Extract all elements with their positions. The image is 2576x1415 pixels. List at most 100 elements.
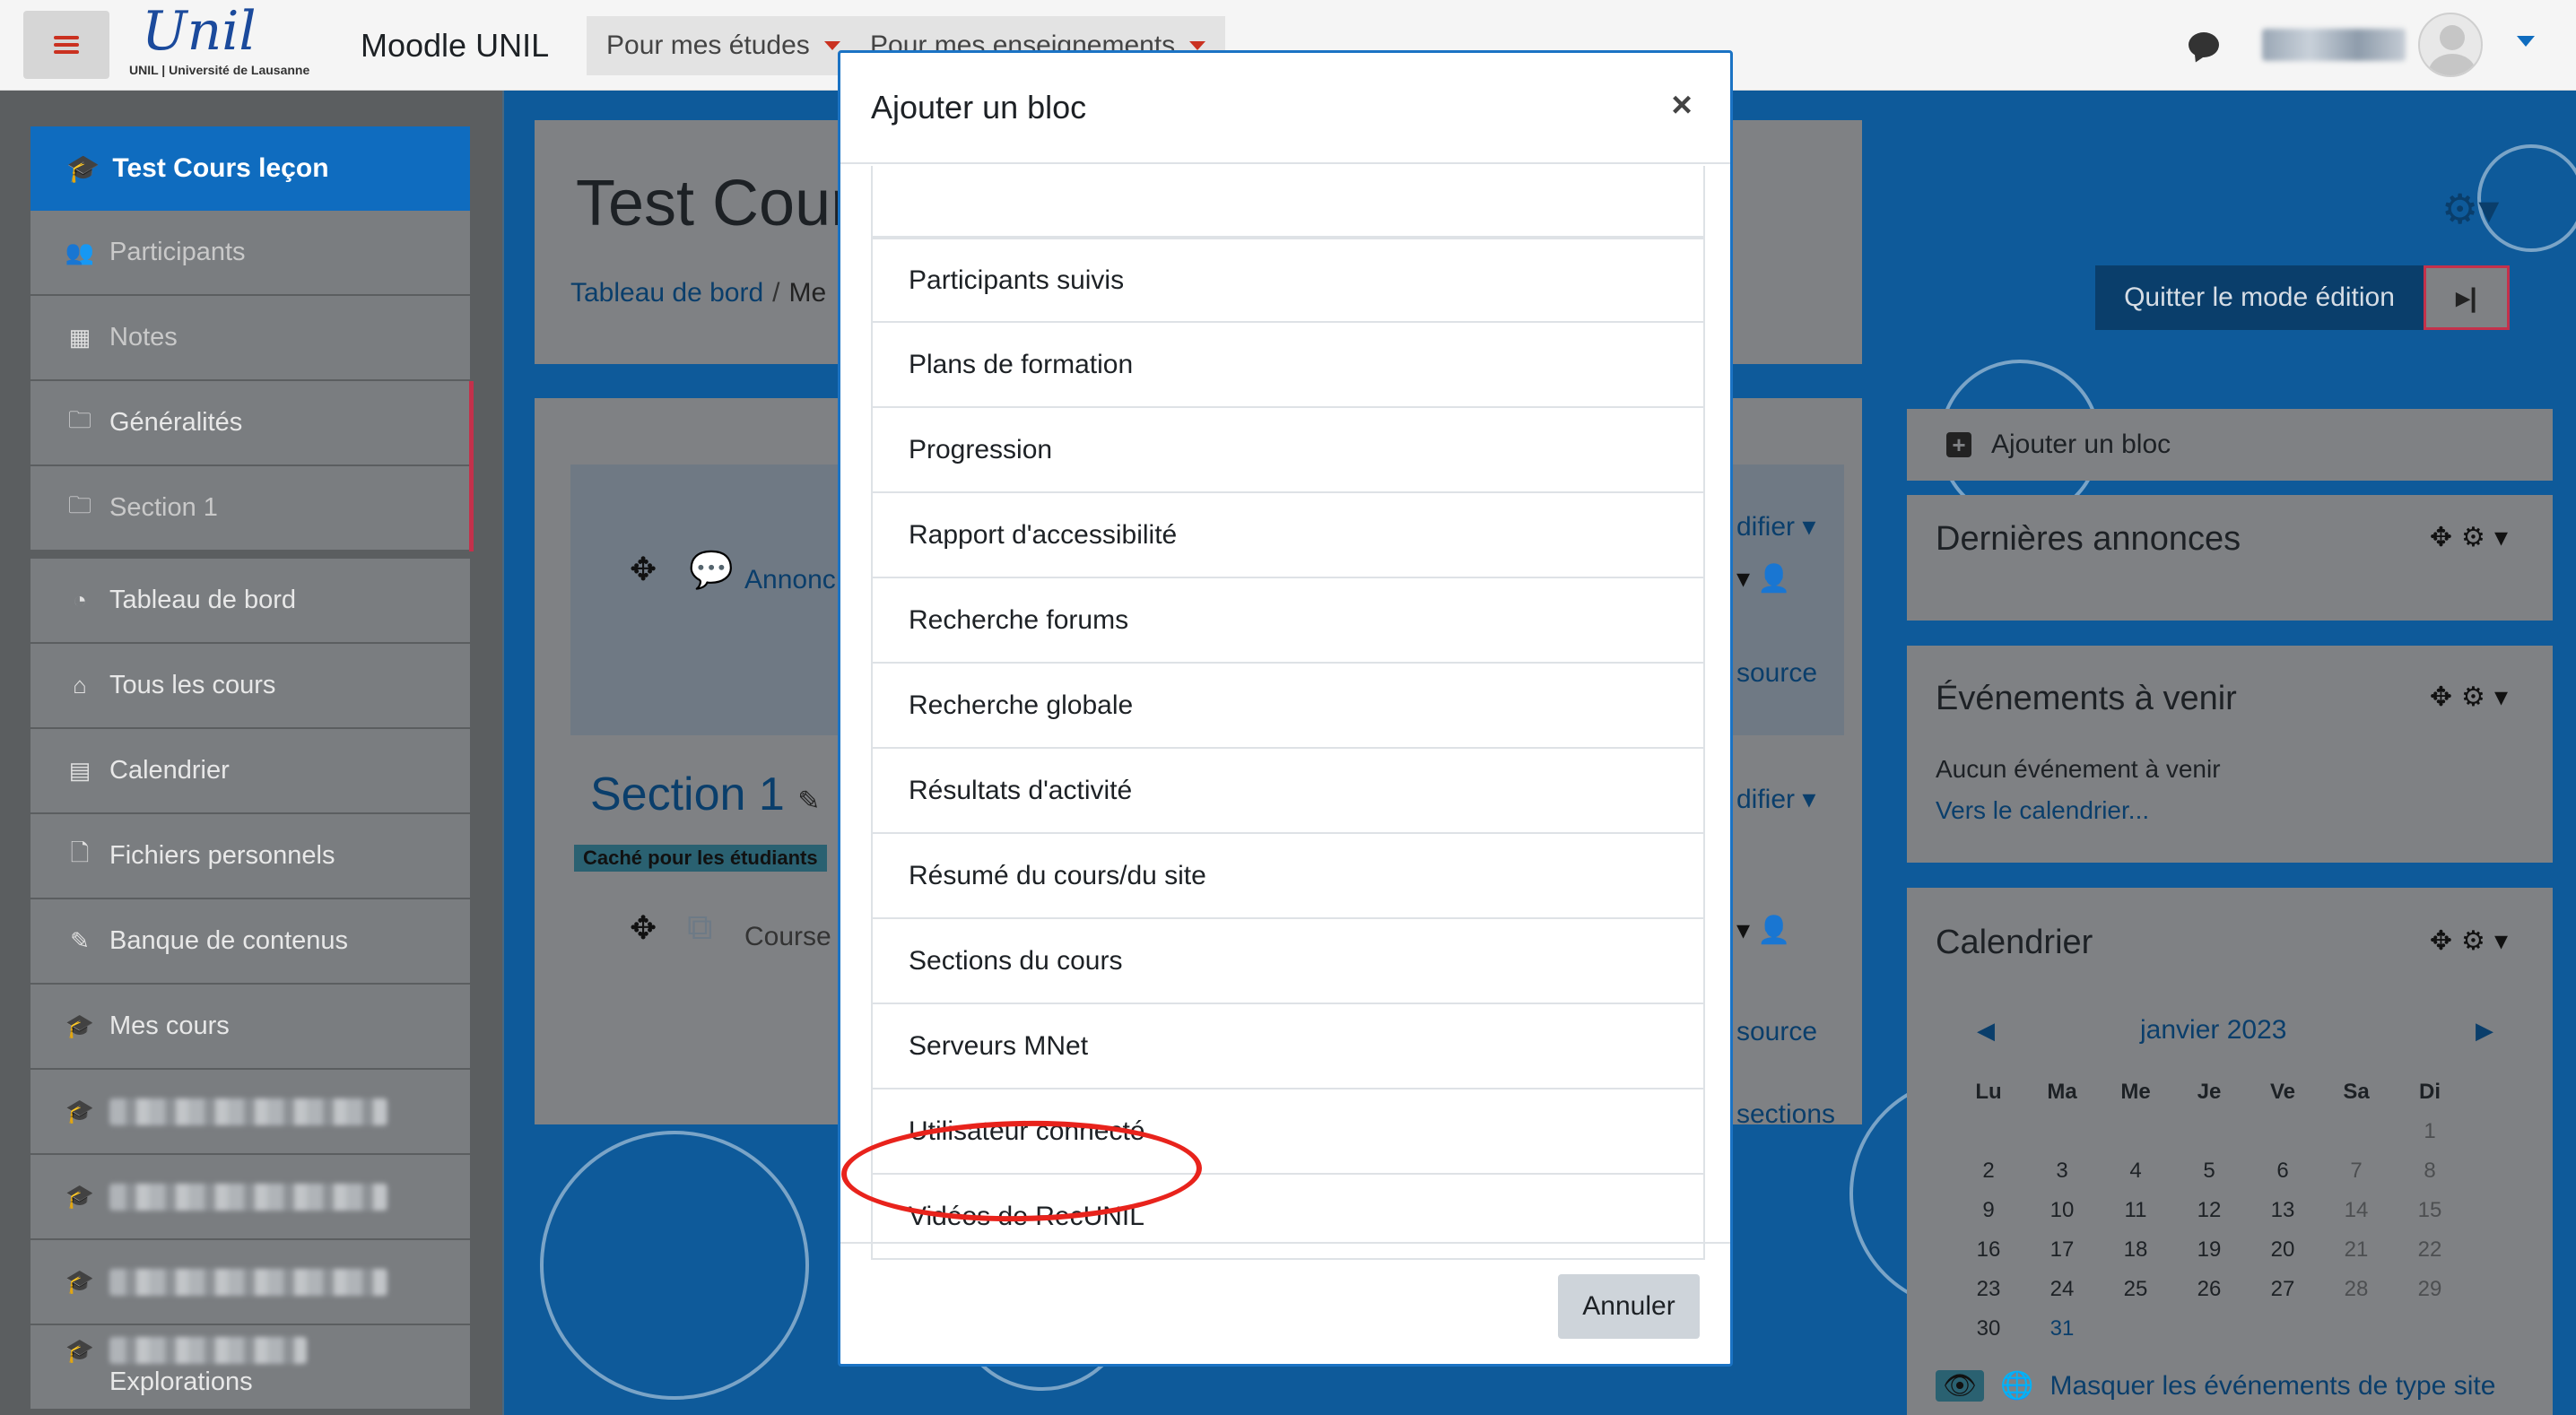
calendar-day[interactable]: 9	[1952, 1198, 2025, 1223]
calendar-day[interactable]: 5	[2172, 1159, 2246, 1184]
block-list-item[interactable]: Résumé du cours/du site	[871, 834, 1705, 919]
calendar-day[interactable]: 19	[2172, 1237, 2246, 1263]
block-list-item[interactable]: Sections du cours	[871, 919, 1705, 1004]
block-list-item-label: Recherche globale	[909, 690, 1134, 720]
site-logo[interactable]: Unil UNIL | Université de Lausanne	[126, 0, 341, 86]
calendar-month-title[interactable]: janvier 2023	[2140, 1015, 2286, 1046]
quit-edit-mode-button[interactable]: Quitter le mode édition	[2095, 265, 2424, 330]
user-menu-chevron-icon[interactable]	[2517, 36, 2535, 47]
calendar-day[interactable]: 2	[1952, 1159, 2025, 1184]
drawer-item-calendrier[interactable]: ▤ Calendrier	[30, 729, 470, 814]
calendar-day[interactable]: 16	[1952, 1237, 2025, 1263]
add-sections-link[interactable]: sections	[1736, 1099, 1835, 1130]
calendar-day[interactable]: 26	[2172, 1277, 2246, 1302]
close-icon[interactable]: ×	[1664, 87, 1700, 123]
messages-icon[interactable]	[2189, 32, 2219, 57]
drawer-item-mes-cours[interactable]: 🎓 Mes cours	[30, 985, 470, 1070]
calendar-day[interactable]: 31	[2025, 1316, 2099, 1341]
block-list-item[interactable]: Recherche globale	[871, 664, 1705, 749]
calendar-day[interactable]: 24	[2025, 1277, 2099, 1302]
calendar-day[interactable]: 6	[2246, 1159, 2319, 1184]
calendar-day[interactable]: 21	[2319, 1237, 2393, 1263]
drawer-item-tableau-de-bord[interactable]: ◔ Tableau de bord	[30, 559, 470, 644]
calendar-day[interactable]: 18	[2099, 1237, 2172, 1263]
calendar-day[interactable]: 28	[2319, 1277, 2393, 1302]
drawer-item-section-1[interactable]: 🗀 Section 1	[30, 466, 474, 551]
drawer-item-course-blurred-1[interactable]: 🎓	[30, 1070, 470, 1155]
drawer-course-title[interactable]: 🎓 Test Cours leçon	[30, 126, 470, 211]
block-controls[interactable]: ✥⚙▾	[2430, 925, 2517, 957]
calendar-day[interactable]: 7	[2319, 1159, 2393, 1184]
block-list-item[interactable]: Rapport d'accessibilité	[871, 493, 1705, 578]
edit-menu-link[interactable]: difier ▾	[1736, 511, 1815, 543]
breadcrumb-next[interactable]: Me	[789, 278, 827, 308]
block-list-item[interactable]: Recherche forums	[871, 578, 1705, 664]
drawer-item-tous-les-cours[interactable]: ⌂ Tous les cours	[30, 644, 470, 729]
drawer-item-course-blurred-2[interactable]: 🎓	[30, 1155, 470, 1240]
calendar-day[interactable]: 13	[2246, 1198, 2319, 1223]
drawer-item-course-blurred-3[interactable]: 🎓	[30, 1240, 470, 1325]
calendar-day[interactable]: 23	[1952, 1277, 2025, 1302]
calendar-day[interactable]: 17	[2025, 1237, 2099, 1263]
drawer-item-label: Banque de contenus	[109, 926, 349, 955]
nav-menu-etudes[interactable]: Pour mes études	[587, 16, 860, 75]
calendar-day[interactable]: 15	[2393, 1198, 2467, 1223]
course-settings-gear-icon[interactable]: ⚙▾	[2441, 185, 2499, 233]
block-list-item[interactable]: Participants suivis	[871, 238, 1705, 323]
calendar-day[interactable]: 10	[2025, 1198, 2099, 1223]
block-list: Participants suivis Plans de formation Pro…	[871, 238, 1705, 1260]
drawer-item-fichiers[interactable]: 🗋 Fichiers personnels	[30, 814, 470, 899]
cancel-button[interactable]: Annuler	[1558, 1274, 1700, 1339]
edit-menu-link[interactable]: difier ▾	[1736, 784, 1815, 815]
breadcrumb-home-link[interactable]: Tableau de bord	[570, 278, 763, 308]
calendar-day[interactable]: 30	[1952, 1316, 2025, 1341]
calendar-day[interactable]: 27	[2246, 1277, 2319, 1302]
calendar-day[interactable]: 12	[2172, 1198, 2246, 1223]
block-controls[interactable]: ✥⚙▾	[2430, 522, 2517, 553]
move-icon[interactable]: ✥	[630, 551, 657, 588]
calendar-day[interactable]: 20	[2246, 1237, 2319, 1263]
drawer-item-participants[interactable]: 👥 Participants	[30, 211, 470, 296]
prev-month-arrow-icon[interactable]: ◀	[1977, 1017, 1995, 1045]
section-title[interactable]: Section 1 ✎	[590, 768, 820, 821]
assign-roles-icon[interactable]: ▾ 👤	[1736, 915, 1791, 946]
add-block-button[interactable]: + Ajouter un bloc	[1907, 409, 2553, 481]
calendar-day[interactable]: 1	[2393, 1119, 2467, 1144]
next-month-arrow-icon[interactable]: ▶	[2476, 1017, 2493, 1045]
calendar-day[interactable]: 4	[2099, 1159, 2172, 1184]
block-list-item[interactable]: Serveurs MNet	[871, 1004, 1705, 1089]
drawer-item-course-explorations[interactable]: 🎓 Explorations	[30, 1325, 470, 1411]
calendar-day[interactable]: 3	[2025, 1159, 2099, 1184]
blurred-course-name	[109, 1183, 387, 1211]
announcements-link[interactable]: Annonc	[744, 565, 836, 595]
block-list-item[interactable]: Plans de formation	[871, 323, 1705, 408]
assign-roles-icon[interactable]: ▾ 👤	[1736, 563, 1791, 595]
calendar-day-header: Lu	[1975, 1080, 2002, 1104]
user-name-blurred[interactable]	[2262, 29, 2406, 61]
avatar[interactable]	[2418, 13, 2483, 77]
add-resource-link[interactable]: source	[1736, 1017, 1817, 1047]
list-item-partial[interactable]	[871, 166, 1705, 238]
drawer-item-generalites[interactable]: 🗀 Généralités	[30, 381, 474, 466]
calendar-day[interactable]: 22	[2393, 1237, 2467, 1263]
move-icon[interactable]: ✥	[630, 909, 657, 947]
add-resource-link[interactable]: source	[1736, 658, 1817, 689]
calendar-day[interactable]: 8	[2393, 1159, 2467, 1184]
hide-site-events-link[interactable]: 👁 🌐 Masquer les événements de type site	[1936, 1370, 2495, 1402]
hamburger-menu-button[interactable]	[23, 11, 109, 79]
drawer-item-notes[interactable]: ▦ Notes	[30, 296, 470, 381]
pencil-icon[interactable]: ✎	[797, 786, 820, 816]
site-name[interactable]: Moodle UNIL	[361, 27, 549, 65]
course-link[interactable]: Course	[744, 922, 831, 952]
toggle-blocks-button[interactable]: ▸|	[2424, 265, 2510, 330]
calendar-day[interactable]: 29	[2393, 1277, 2467, 1302]
block-controls[interactable]: ✥⚙▾	[2430, 681, 2517, 713]
calendar-day[interactable]: 11	[2099, 1198, 2172, 1223]
block-list-item[interactable]: Progression	[871, 408, 1705, 493]
calendar-link[interactable]: Vers le calendrier...	[1936, 796, 2149, 825]
block-list-item[interactable]: Résultats d'activité	[871, 749, 1705, 834]
calendar-day[interactable]: 25	[2099, 1277, 2172, 1302]
drawer-item-banque[interactable]: ✎ Banque de contenus	[30, 899, 470, 985]
calendar-day[interactable]: 14	[2319, 1198, 2393, 1223]
block-list-item-label: Serveurs MNet	[909, 1030, 1089, 1061]
